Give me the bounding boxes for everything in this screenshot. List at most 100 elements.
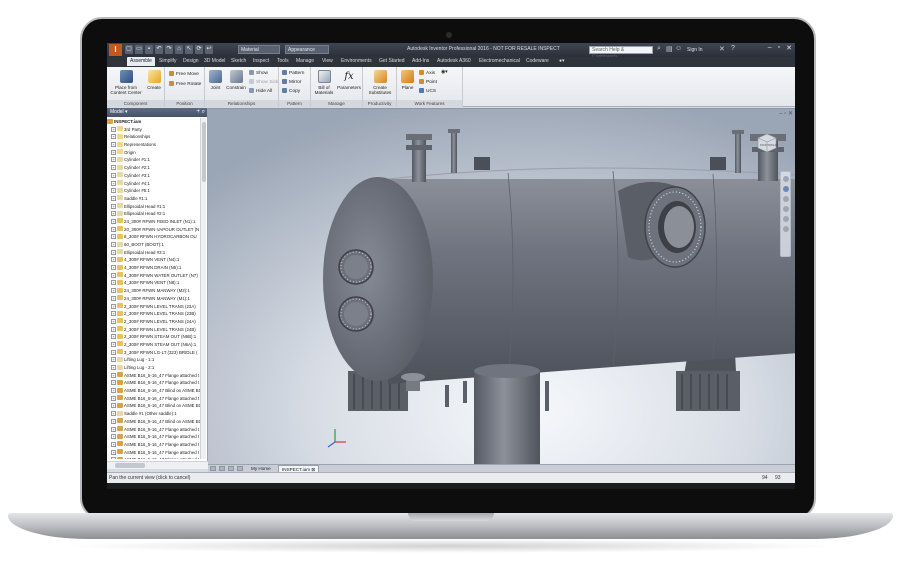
tree-node[interactable]: +4_300# RFWN WATER OUTLET (N7) bbox=[107, 272, 201, 280]
expand-icon[interactable]: + bbox=[111, 380, 116, 386]
tree-node[interactable]: + Origin bbox=[107, 149, 201, 157]
tree-node[interactable]: +2_300# RFWN STEAM OUT (N6A):1 bbox=[107, 341, 201, 349]
tab-design[interactable]: Design bbox=[183, 58, 199, 64]
expand-icon[interactable]: + bbox=[111, 303, 116, 309]
steering-wheel-icon[interactable] bbox=[782, 176, 789, 182]
nozzle-level-left[interactable] bbox=[451, 131, 457, 173]
tree-node[interactable]: + Lifting Lug - 1:1 bbox=[107, 356, 201, 364]
expand-icon[interactable]: + bbox=[111, 318, 116, 324]
tree-node[interactable]: + Saddle #1:1 bbox=[107, 195, 201, 203]
expand-icon[interactable]: + bbox=[111, 441, 116, 447]
tree-node[interactable]: + ASME B16_5-16_47 Blind on ASME B1 bbox=[107, 387, 201, 395]
tree-node[interactable]: + Relationships bbox=[107, 133, 201, 141]
tree-node[interactable]: + Ellipsoidal Head #3:1 bbox=[107, 249, 201, 257]
minimize-icon[interactable]: – bbox=[768, 44, 772, 52]
tree-node[interactable]: + ASME B16_5-16_47 Flange attached t bbox=[107, 433, 201, 441]
lifting-lug-left[interactable] bbox=[474, 157, 490, 170]
expand-icon[interactable]: + bbox=[111, 418, 116, 424]
tree-node[interactable]: +8_300# RFWN HYDROCARBON OU bbox=[107, 233, 201, 241]
new-icon[interactable]: ▢ bbox=[125, 45, 133, 54]
viewcube-front-label[interactable]: FRONT bbox=[760, 143, 769, 147]
tree-node[interactable]: + Ellipsoidal Head #2:1 bbox=[107, 210, 201, 218]
appearance-dropdown[interactable]: Appearance bbox=[285, 45, 329, 54]
manway-m2[interactable] bbox=[338, 296, 374, 332]
joint-button[interactable]: Joint bbox=[207, 70, 224, 90]
pan-icon[interactable] bbox=[782, 186, 789, 192]
undo-icon[interactable]: ↶ bbox=[155, 45, 163, 54]
expand-icon[interactable]: + bbox=[111, 403, 116, 409]
expand-icon[interactable]: + bbox=[111, 134, 116, 140]
tab-view[interactable]: View bbox=[322, 58, 333, 64]
tree-node[interactable]: + ASME B16_5-16_47 Flange attached t bbox=[107, 379, 201, 387]
close-icon[interactable]: ✕ bbox=[786, 44, 792, 52]
exchange-icon[interactable]: ✕ bbox=[719, 45, 725, 53]
visibility-dropdown-icon[interactable]: ◉▾ bbox=[441, 70, 448, 75]
expand-icon[interactable]: + bbox=[111, 426, 116, 432]
browser-scrollbar-horizontal[interactable] bbox=[107, 461, 208, 469]
nozzle-level-right[interactable] bbox=[735, 133, 741, 173]
full-navigation-icon[interactable] bbox=[782, 226, 789, 232]
plane-button[interactable]: Plane bbox=[399, 70, 416, 90]
expand-icon[interactable]: + bbox=[111, 411, 116, 417]
expand-icon[interactable]: + bbox=[111, 372, 116, 378]
expand-icon[interactable]: + bbox=[111, 388, 116, 394]
tab-3d-model[interactable]: 3D Model bbox=[204, 58, 225, 64]
zoom-icon[interactable] bbox=[782, 196, 789, 202]
tab-environments[interactable]: Environments bbox=[341, 58, 372, 64]
scroll-thumb[interactable] bbox=[202, 122, 206, 182]
tab-get-started[interactable]: Get Started bbox=[379, 58, 405, 64]
home-icon[interactable]: ⌂ bbox=[175, 45, 183, 54]
help-icon[interactable]: ? bbox=[731, 45, 735, 52]
tree-node[interactable]: +4_300# RFWN DRAIN (N5):1 bbox=[107, 264, 201, 272]
create-substitutes-button[interactable]: Create Substitutes bbox=[365, 70, 395, 95]
tree-node[interactable]: + Cylinder #3:1 bbox=[107, 172, 201, 180]
redo-icon[interactable]: ↷ bbox=[165, 45, 173, 54]
expand-icon[interactable]: + bbox=[111, 180, 116, 186]
pressure-vessel-model[interactable] bbox=[208, 109, 795, 464]
tree-node[interactable]: + ASME B16_5-16_47 Flange attached t bbox=[107, 456, 201, 459]
panel-label-pattern[interactable]: Pattern bbox=[279, 100, 310, 107]
tree-node[interactable]: + Cylinder #5:1 bbox=[107, 187, 201, 195]
expand-icon[interactable]: + bbox=[111, 434, 116, 440]
scroll-thumb-horizontal[interactable] bbox=[115, 463, 145, 468]
arrange-icon[interactable] bbox=[228, 466, 234, 471]
expand-icon[interactable]: + bbox=[111, 249, 116, 255]
parameters-button[interactable]: fx Parameters bbox=[337, 70, 361, 90]
orbit-icon[interactable] bbox=[782, 206, 789, 212]
panel-label-position[interactable]: Position bbox=[165, 100, 204, 107]
tree-node[interactable]: + ASME B16_5-16_47 Blind on ASME B1 bbox=[107, 418, 201, 426]
expand-icon[interactable]: + bbox=[111, 334, 116, 340]
boot[interactable] bbox=[474, 364, 540, 464]
browser-add-icon[interactable]: + ⌕ bbox=[196, 108, 205, 117]
panel-label-productivity[interactable]: Productivity bbox=[363, 100, 396, 107]
switch-icon[interactable] bbox=[237, 466, 243, 471]
expand-icon[interactable]: + bbox=[111, 457, 116, 459]
viewcube-right-label[interactable]: RIGHT bbox=[769, 143, 777, 147]
tree-node[interactable]: + Lifting Lug - 2:1 bbox=[107, 364, 201, 372]
expand-icon[interactable]: + bbox=[111, 265, 116, 271]
expand-icon[interactable]: + bbox=[111, 395, 116, 401]
expand-icon[interactable]: + bbox=[111, 288, 116, 294]
expand-icon[interactable]: + bbox=[111, 165, 116, 171]
tree-node[interactable]: +24_300# RFWN FEED INLET (N1):1 bbox=[107, 218, 201, 226]
tab-my-home[interactable]: My Home bbox=[248, 465, 274, 472]
tree-node[interactable]: + ASME B16_5-16_47 Flange attached t bbox=[107, 395, 201, 403]
viewcube[interactable]: FRONT RIGHT bbox=[755, 131, 779, 155]
lifting-lug-right[interactable] bbox=[710, 157, 726, 170]
tree-node[interactable]: +60_BOOT (BOOT):1 bbox=[107, 241, 201, 249]
search-icon[interactable]: ⌕ bbox=[657, 45, 661, 53]
tab-manage[interactable]: Manage bbox=[296, 58, 314, 64]
expand-icon[interactable]: + bbox=[111, 357, 116, 363]
tab-simplify[interactable]: Simplify bbox=[159, 58, 177, 64]
pattern-button[interactable]: Pattern bbox=[282, 70, 304, 76]
expand-icon[interactable]: + bbox=[111, 349, 116, 355]
tab-add-ins[interactable]: Add-Ins bbox=[412, 58, 429, 64]
ribbon-options-icon[interactable]: ●▾ bbox=[559, 58, 565, 64]
tab-inspect-iam[interactable]: INSPECT.iam ⊠ bbox=[278, 465, 320, 472]
look-at-icon[interactable] bbox=[782, 216, 789, 222]
water-outlet-nozzle[interactable] bbox=[445, 385, 449, 407]
show-button[interactable]: Show bbox=[249, 70, 268, 76]
expand-icon[interactable]: + bbox=[111, 188, 116, 194]
tree-node[interactable]: + ASME B16_5-16_47 Blind on ASME B1 bbox=[107, 402, 201, 410]
point-button[interactable]: Point bbox=[419, 79, 437, 85]
